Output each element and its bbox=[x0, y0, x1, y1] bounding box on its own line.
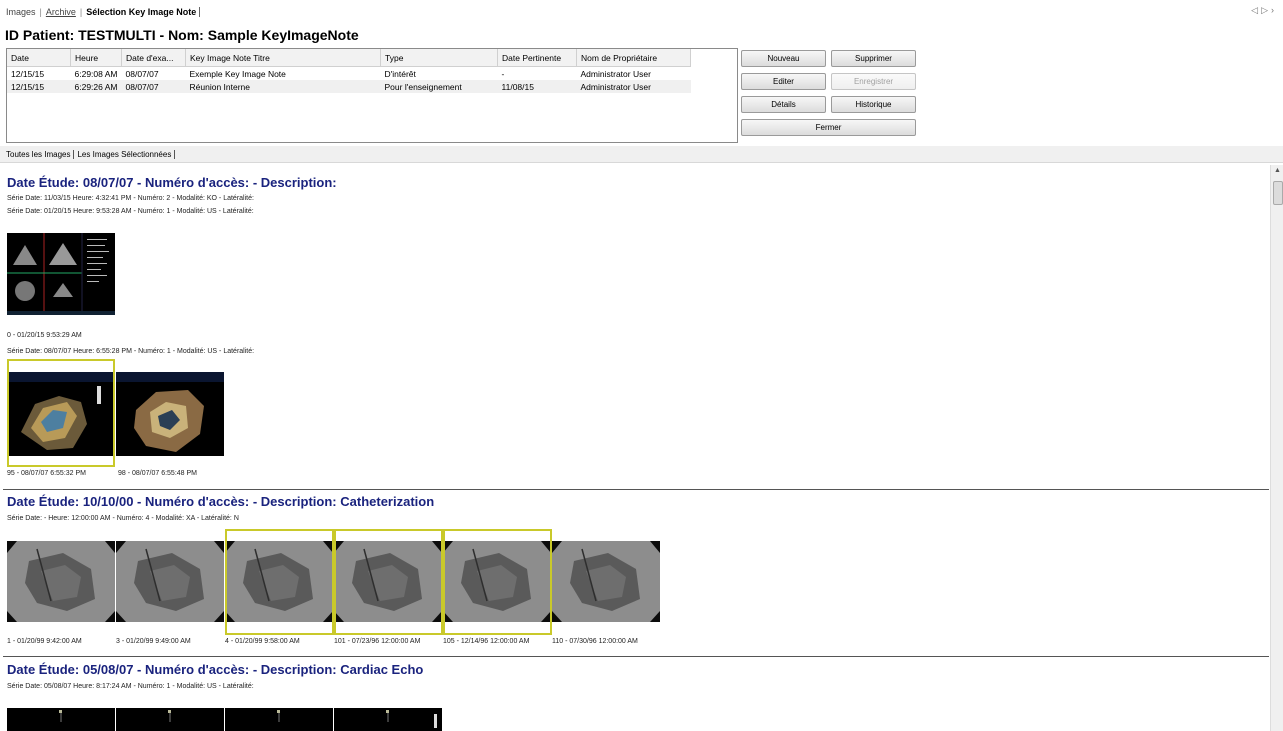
image-caption: 101 - 07/23/96 12:00:00 AM bbox=[334, 638, 421, 645]
cell-date-examen: 08/07/07 bbox=[121, 80, 186, 93]
table-header-row: Date Heure Date d'exa... Key Image Note … bbox=[7, 49, 692, 67]
series-info: Série Date: 01/20/15 Heure: 9:53:28 AM -… bbox=[7, 208, 254, 215]
image-caption: 110 - 07/30/96 12:00:00 AM bbox=[552, 638, 638, 645]
column-header-date[interactable]: Date bbox=[7, 49, 71, 67]
cell-type: D'intérêt bbox=[384, 68, 416, 79]
cell-date-pertinente: 11/08/15 bbox=[497, 80, 577, 93]
column-header-date-examen[interactable]: Date d'exa... bbox=[121, 49, 187, 67]
fermer-button[interactable]: Fermer bbox=[741, 119, 916, 136]
image-thumbnail[interactable] bbox=[7, 541, 115, 622]
image-thumbnail[interactable] bbox=[7, 233, 115, 315]
tab-selected-images[interactable]: Les Images Sélectionnées bbox=[74, 149, 176, 159]
image-thumbnail[interactable] bbox=[443, 541, 551, 622]
3d-echo-image bbox=[7, 372, 115, 456]
3d-echo-image bbox=[116, 372, 224, 456]
editer-button[interactable]: Editer bbox=[741, 73, 826, 90]
image-thumbnail[interactable] bbox=[116, 708, 224, 731]
series-info: Série Date: 11/03/15 Heure: 4:32:41 PM -… bbox=[7, 195, 254, 202]
scroll-up-icon[interactable]: ▲ bbox=[1274, 167, 1281, 174]
historique-button[interactable]: Historique bbox=[831, 96, 916, 113]
angiography-image bbox=[334, 541, 442, 622]
cell-proprietaire: Administrator User bbox=[580, 68, 651, 79]
image-caption: 4 - 01/20/99 9:58:00 AM bbox=[225, 638, 300, 645]
tab-separator: | bbox=[79, 7, 83, 17]
echo-image bbox=[334, 708, 442, 731]
cell-type: Pour l'enseignement bbox=[380, 80, 498, 93]
image-thumbnail[interactable] bbox=[7, 708, 115, 731]
cell-date: 12/15/15 bbox=[7, 80, 71, 93]
echo-image bbox=[116, 708, 224, 731]
echo-image bbox=[7, 708, 115, 731]
image-caption: 1 - 01/20/99 9:42:00 AM bbox=[7, 638, 82, 645]
page-title: ID Patient: TESTMULTI - Nom: Sample KeyI… bbox=[5, 27, 359, 43]
tab-separator: | bbox=[39, 7, 42, 17]
tab-images[interactable]: Images bbox=[6, 7, 36, 17]
cell-proprietaire: Administrator User bbox=[576, 80, 691, 93]
cell-titre: Réunion Interne bbox=[185, 80, 381, 93]
angiography-image bbox=[225, 541, 333, 622]
image-thumbnail[interactable] bbox=[116, 541, 224, 622]
tab-archive[interactable]: Archive bbox=[46, 7, 76, 17]
enregistrer-button[interactable]: Enregistrer bbox=[831, 73, 916, 90]
series-info: Série Date: 05/08/07 Heure: 8:17:24 AM -… bbox=[7, 683, 254, 690]
series-info: Série Date: - Heure: 12:00:00 AM - Numér… bbox=[7, 515, 239, 522]
table-row[interactable]: 12/15/15 6:29:08 AM 08/07/07 Exemple Key… bbox=[7, 67, 691, 81]
image-thumbnail[interactable] bbox=[116, 372, 224, 456]
image-thumbnail[interactable] bbox=[225, 541, 333, 622]
ultrasound-multi-view-image bbox=[7, 233, 115, 315]
tab-key-image-note[interactable]: Sélection Key Image Note bbox=[86, 7, 201, 17]
key-image-note-table[interactable]: Date Heure Date d'exa... Key Image Note … bbox=[6, 48, 738, 143]
column-header-proprietaire[interactable]: Nom de Propriétaire bbox=[576, 49, 692, 67]
study-title: Date Étude: 10/10/00 - Numéro d'accès: -… bbox=[7, 494, 435, 509]
image-caption: 3 - 01/20/99 9:49:00 AM bbox=[116, 638, 191, 645]
nouveau-button[interactable]: Nouveau bbox=[741, 50, 826, 67]
study-divider bbox=[3, 656, 1269, 657]
echo-image bbox=[225, 708, 333, 731]
image-caption: 98 - 08/07/07 6:55:48 PM bbox=[118, 470, 197, 477]
column-header-type[interactable]: Type bbox=[380, 49, 499, 67]
top-tab-bar: Images | Archive | Sélection Key Image N… bbox=[6, 4, 201, 20]
study-divider bbox=[3, 489, 1269, 490]
column-header-date-pertinente[interactable]: Date Pertinente bbox=[497, 49, 578, 67]
image-caption: 95 - 08/07/07 6:55:32 PM bbox=[7, 470, 86, 477]
column-header-titre[interactable]: Key Image Note Titre bbox=[185, 49, 382, 67]
image-thumbnail[interactable] bbox=[334, 708, 442, 731]
column-header-heure[interactable]: Heure bbox=[70, 49, 123, 67]
image-thumbnail[interactable] bbox=[334, 541, 442, 622]
cell-date: 12/15/15 bbox=[11, 68, 45, 79]
details-button[interactable]: Détails bbox=[741, 96, 826, 113]
angiography-image bbox=[443, 541, 551, 622]
angiography-image bbox=[552, 541, 660, 622]
supprimer-button[interactable]: Supprimer bbox=[831, 50, 916, 67]
scrollbar-thumb[interactable] bbox=[1273, 181, 1283, 205]
image-filter-tabs: Toutes les Images Les Images Sélectionné… bbox=[0, 146, 1283, 163]
image-thumbnail[interactable] bbox=[225, 708, 333, 731]
angiography-image bbox=[116, 541, 224, 622]
image-list-panel[interactable]: Date Étude: 08/07/07 - Numéro d'accès: -… bbox=[0, 165, 1269, 731]
series-info: Série Date: 08/07/07 Heure: 6:55:28 PM -… bbox=[7, 348, 255, 355]
tab-scroll-arrows[interactable]: ◁▷› bbox=[1251, 5, 1277, 16]
cell-heure: 6:29:08 AM bbox=[74, 68, 118, 79]
tab-all-images[interactable]: Toutes les Images bbox=[6, 149, 75, 159]
cell-date-examen: 08/07/07 bbox=[125, 68, 159, 79]
cell-titre: Exemple Key Image Note bbox=[189, 68, 286, 79]
image-caption: 0 - 01/20/15 9:53:29 AM bbox=[7, 332, 82, 339]
image-thumbnail[interactable] bbox=[7, 372, 115, 456]
cell-date-pertinente: - bbox=[501, 68, 505, 79]
table-row[interactable]: 12/15/15 6:29:26 AM 08/07/07 Réunion Int… bbox=[7, 80, 691, 93]
image-caption: 105 - 12/14/96 12:00:00 AM bbox=[443, 638, 530, 645]
vertical-scrollbar[interactable]: ▲ bbox=[1270, 165, 1283, 731]
study-title: Date Étude: 08/07/07 - Numéro d'accès: -… bbox=[7, 175, 337, 190]
cell-heure: 6:29:26 AM bbox=[70, 80, 122, 93]
study-title: Date Étude: 05/08/07 - Numéro d'accès: -… bbox=[7, 662, 424, 677]
image-thumbnail[interactable] bbox=[552, 541, 660, 622]
angiography-image bbox=[7, 541, 115, 622]
